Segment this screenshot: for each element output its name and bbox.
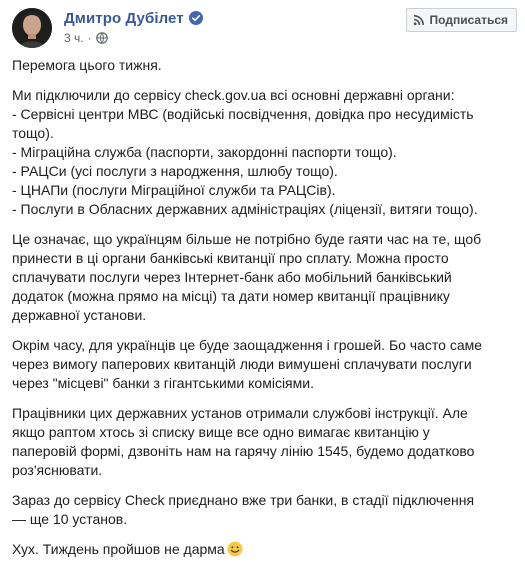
post-text-line: паперовій формі, дзвоніть нам на гарячу …: [12, 443, 475, 459]
post-text-line: Хух. Тиждень пройшов не дарма: [12, 541, 225, 557]
post-paragraph: Окрім часу, для українців це буде заощад…: [12, 336, 512, 393]
post-text-line: через вимогу паперових квитанцій люди ви…: [12, 356, 472, 372]
post-paragraph: Перемога цього тижня.: [12, 56, 512, 75]
post-paragraph: Хух. Тиждень пройшов не дарма: [12, 540, 512, 559]
post-meta: 3 ч. ·: [64, 30, 108, 46]
meta-separator: ·: [87, 31, 92, 45]
post-header: Дмитро Дубілет 3 ч. · Подписаться: [12, 8, 517, 48]
post-paragraph: Це означає, що українцям більше не потрі…: [12, 230, 512, 325]
post-text-line: - РАЦСи (усі послуги з народження, шлюбу…: [12, 163, 338, 179]
post-text-line: — ще 10 установ.: [12, 511, 128, 527]
post-text-line: Ми підключили до сервісу check.gov.ua вс…: [12, 87, 455, 103]
post-text-line: якщо раптом хтось зі списку вище все одн…: [12, 424, 430, 440]
post-paragraph: Ми підключили до сервісу check.gov.ua вс…: [12, 86, 512, 219]
author-name-link[interactable]: Дмитро Дубілет: [64, 10, 184, 27]
author-line: Дмитро Дубілет: [64, 9, 203, 27]
post-text-line: - Послуги в Обласних державних адміністр…: [12, 201, 478, 217]
avatar-image: [12, 8, 52, 48]
post-text-line: роз'яснювати.: [12, 462, 103, 478]
post-body: Перемога цього тижня. Ми підключили до с…: [12, 56, 512, 570]
globe-icon[interactable]: [95, 32, 108, 44]
post-text-line: сплачувати послуги через Інтернет-банк а…: [12, 269, 452, 285]
post-text-line: Перемога цього тижня.: [12, 57, 162, 73]
subscribe-button[interactable]: Подписаться: [405, 8, 517, 32]
post-text-line: - ЦНАПи (послуги Міграційної служби та Р…: [12, 182, 336, 198]
post-text-line-with-emoji: Хух. Тиждень пройшов не дарма: [12, 540, 512, 559]
post-text-line: - Міграційна служба (паспорти, закордонн…: [12, 144, 397, 160]
post-text-line: принести в ці органи банківські квитанці…: [12, 250, 449, 266]
post-text-line: Це означає, що українцям більше не потрі…: [12, 231, 482, 247]
post-text-line: - Сервісні центри МВС (водійські посвідч…: [12, 106, 474, 122]
post-text-line: Працівники цих державних установ отримал…: [12, 405, 468, 421]
post-text-line: державної установи.: [12, 307, 147, 323]
post-text-line: додаток (можна прямо на місці) та дати н…: [12, 288, 450, 304]
post-text-line: Зараз до сервісу Check приєднано вже три…: [12, 492, 475, 508]
post-text-line: тощо).: [12, 125, 54, 141]
post-text-line: через "місцеві" банки з гігантськими ком…: [12, 375, 314, 391]
subscribe-button-label: Подписаться: [429, 13, 508, 27]
post-paragraph: Зараз до сервісу Check приєднано вже три…: [12, 491, 512, 529]
avatar[interactable]: [12, 8, 52, 48]
rss-icon: [413, 14, 425, 26]
smiley-emoji-icon: [227, 541, 243, 557]
post-timestamp-link[interactable]: 3 ч.: [64, 31, 84, 45]
verified-badge-icon: [188, 11, 203, 25]
facebook-post: Дмитро Дубілет 3 ч. · Подписаться Перемо…: [0, 0, 525, 559]
post-paragraph: Працівники цих державних установ отримал…: [12, 404, 512, 480]
post-text-line: Окрім часу, для українців це буде заощад…: [12, 337, 483, 353]
